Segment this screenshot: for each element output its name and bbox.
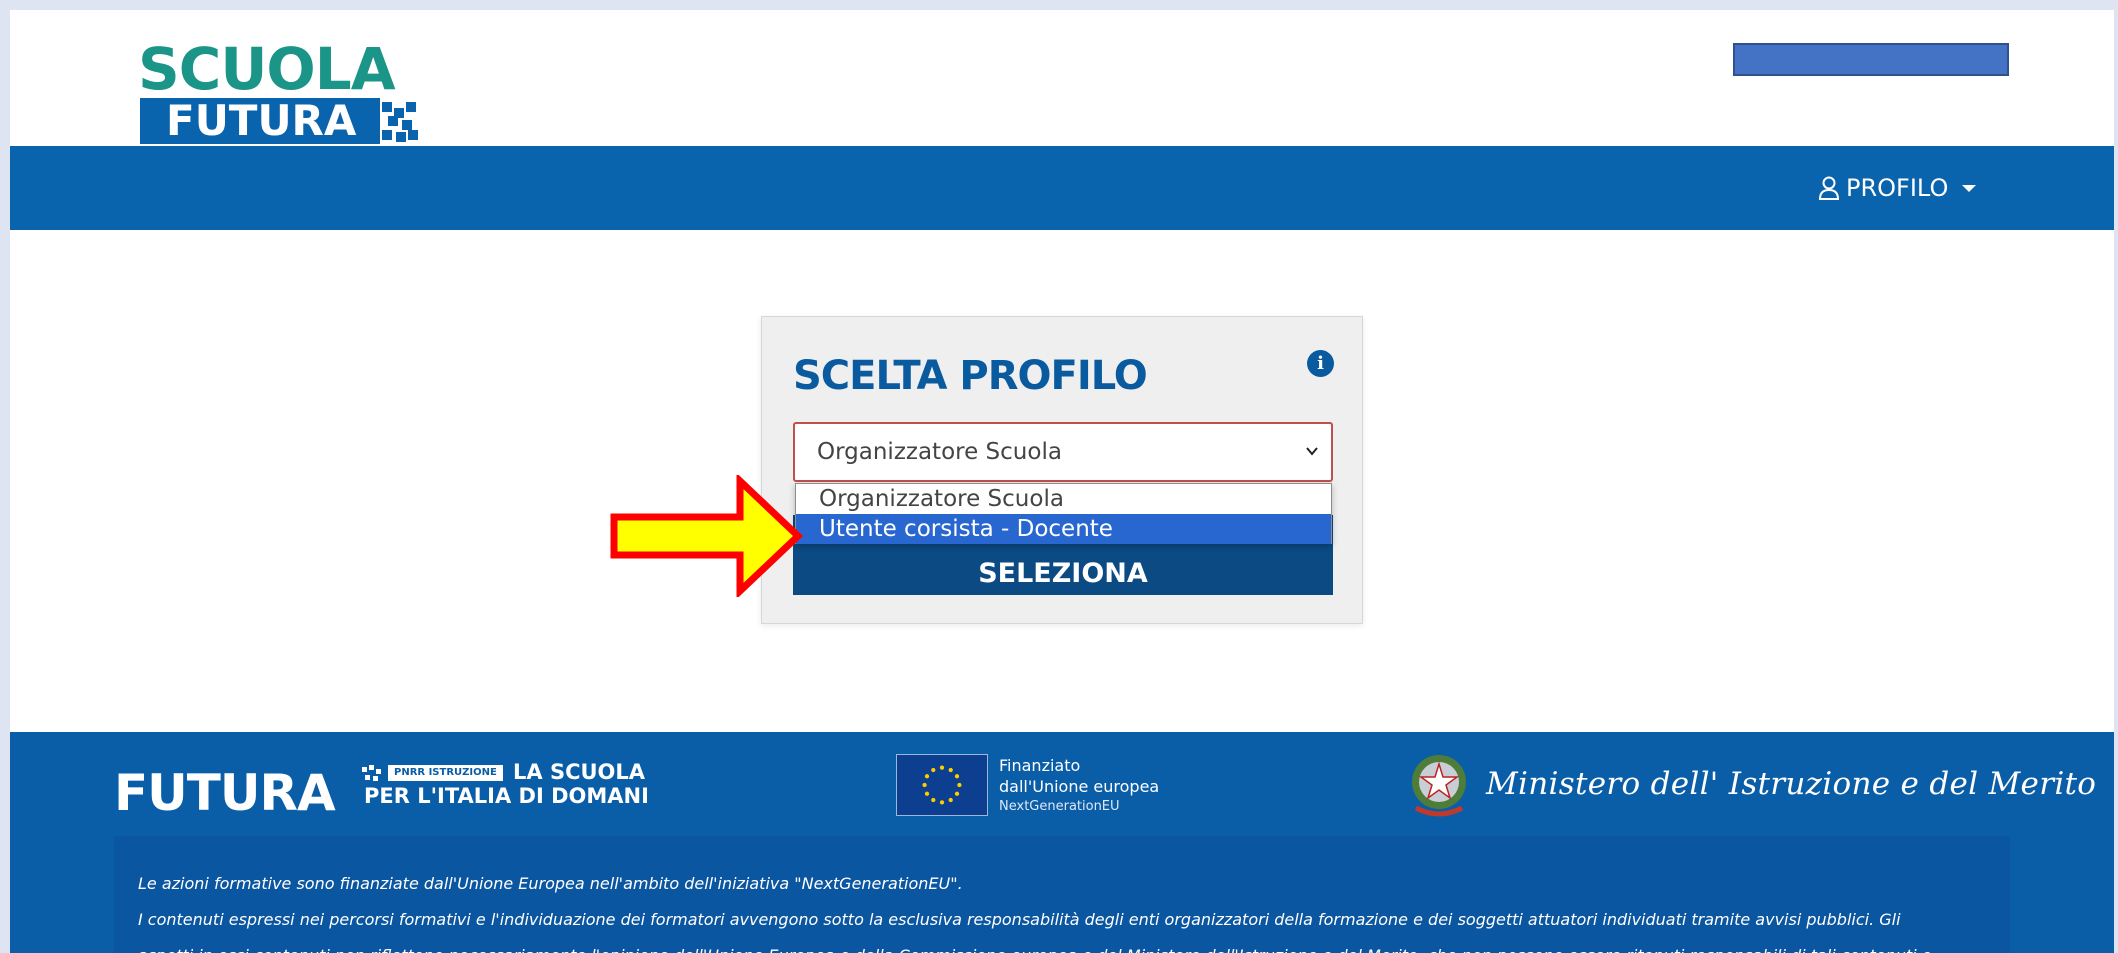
info-icon[interactable]: i: [1307, 350, 1334, 377]
scuola-futura-logo[interactable]: SCUOLA FUTURA: [130, 38, 430, 148]
caret-down-icon: [1962, 184, 1977, 192]
ministry-name: Ministero dell' Istruzione e del Merito: [1486, 766, 2097, 802]
redacted-box: [1733, 43, 2009, 76]
logo-pixels-icon: [382, 102, 418, 142]
option-utente-corsista-docente[interactable]: Utente corsista - Docente: [796, 514, 1331, 544]
logo-text-scuola: SCUOLA: [138, 35, 396, 103]
profile-select[interactable]: Organizzatore Scuola: [793, 422, 1333, 482]
footer-disclaimer: Le azioni formative sono finanziate dall…: [114, 836, 2010, 953]
main-navbar: PROFILO: [10, 146, 2114, 230]
page: SCUOLA FUTURA PROFILO SCELTA PROFILO i O…: [10, 10, 2114, 953]
eu-funding-line2: dall'Unione europea: [999, 777, 1160, 796]
pnrr-tag: PNRR ISTRUZIONE: [388, 765, 503, 781]
eu-funding-line3: NextGenerationEU: [999, 799, 1120, 814]
footer-tagline-2: PER L'ITALIA DI DOMANI: [364, 784, 649, 808]
disclaimer-line: Le azioni formative sono finanziate dall…: [138, 874, 963, 893]
profile-menu-toggle[interactable]: PROFILO: [1818, 173, 1977, 203]
user-icon: [1818, 176, 1840, 200]
disclaimer-line: I contenuti espressi nei percorsi format…: [138, 910, 1901, 929]
footer-brand: FUTURA: [114, 764, 336, 822]
chevron-down-icon: [1306, 447, 1318, 456]
profile-select-value: Organizzatore Scuola: [817, 439, 1062, 465]
disclaimer-line: aspetti in essi contenuti non riflettono…: [138, 938, 1986, 953]
annotation-arrow-icon: [610, 475, 804, 597]
italian-republic-emblem-icon: [1412, 755, 1466, 817]
footer: FUTURA PNRR ISTRUZIONE LA SCUOLA PER L'I…: [10, 732, 2114, 953]
profile-menu-label: PROFILO: [1846, 174, 1949, 202]
profile-dropdown-list: Organizzatore Scuola Utente corsista - D…: [795, 483, 1332, 544]
logo-text-futura: FUTURA: [166, 96, 357, 145]
footer-tagline-1: LA SCUOLA: [513, 760, 646, 784]
card-title: SCELTA PROFILO: [793, 353, 1148, 399]
pnrr-pixels-icon: [362, 765, 381, 781]
eu-flag-icon: [896, 754, 988, 816]
eu-funding-line1: Finanziato: [999, 756, 1081, 775]
option-organizzatore-scuola[interactable]: Organizzatore Scuola: [796, 484, 1331, 514]
profile-selection-card: SCELTA PROFILO i Organizzatore Scuola SE…: [761, 316, 1363, 624]
